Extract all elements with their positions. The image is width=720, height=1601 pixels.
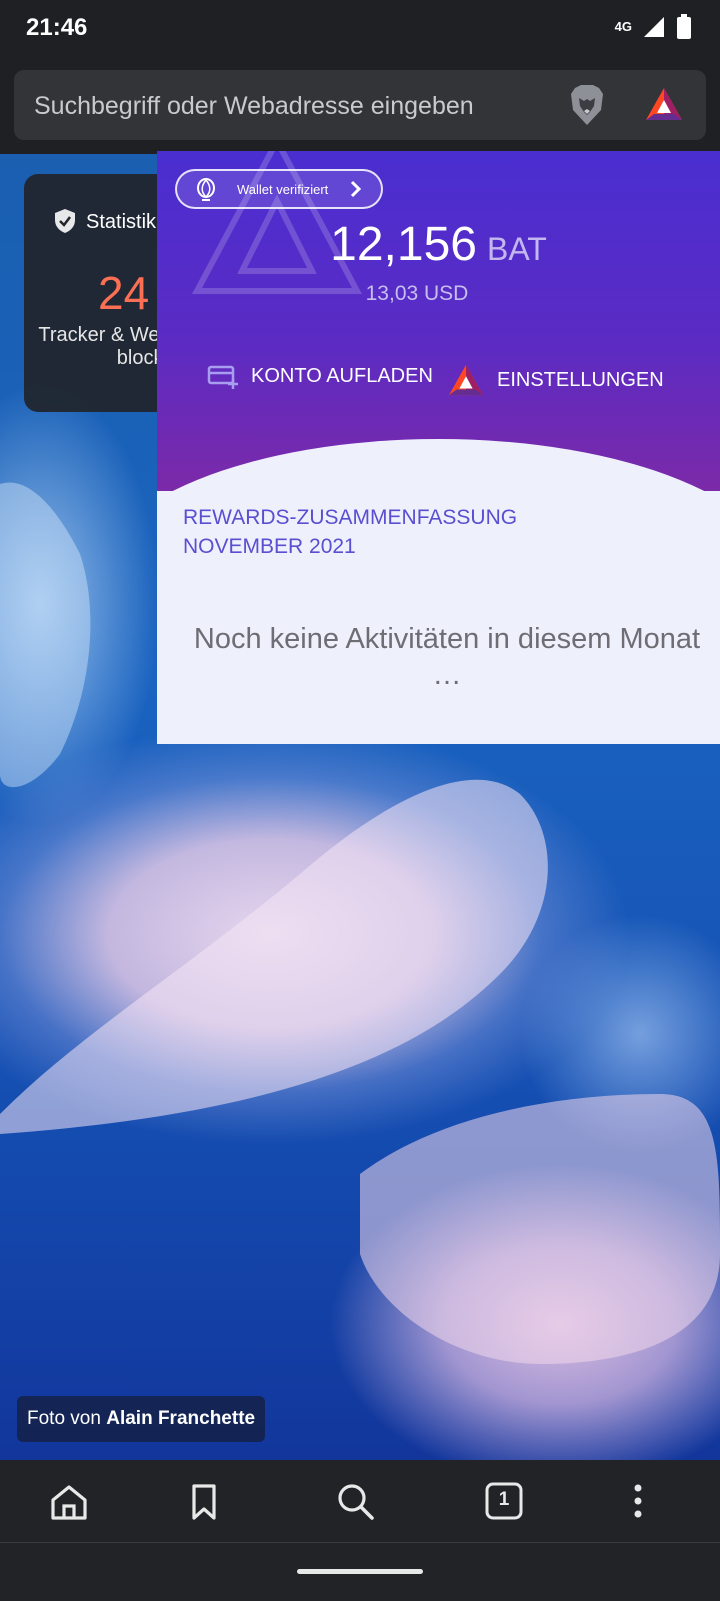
balance-unit: BAT (486, 231, 547, 267)
chevron-right-icon (350, 180, 362, 198)
bat-balance: 12,156 BAT (157, 217, 720, 272)
home-icon (51, 1485, 87, 1520)
search-icon (338, 1484, 374, 1520)
uphold-icon (197, 178, 215, 201)
tabs-button[interactable]: 1 (483, 1480, 527, 1524)
bottom-toolbar: 1 (0, 1460, 720, 1542)
bookmarks-button[interactable] (182, 1480, 226, 1524)
stats-count: 24 (98, 267, 150, 319)
system-nav-bar (0, 1542, 720, 1601)
more-menu-button[interactable] (616, 1480, 660, 1524)
photo-credit[interactable]: Foto von Alain Franchette (17, 1396, 266, 1442)
add-funds-icon (207, 365, 238, 389)
rewards-summary-title: REWARDS-ZUSAMMENFASSUNG NOVEMBER 2021 (183, 503, 517, 561)
balance-amount: 12,156 (330, 218, 477, 271)
add-funds-label: KONTO AUFLADEN (251, 364, 433, 387)
more-icon (634, 1484, 642, 1518)
search-button[interactable] (334, 1480, 378, 1524)
url-input-placeholder[interactable]: Suchbegriff oder Webadresse eingeben (34, 92, 474, 121)
rewards-panel: Wallet verifiziert 12,156 BAT 13,03 USD K… (157, 151, 720, 744)
url-bar[interactable]: Suchbegriff oder Webadresse eingeben (14, 70, 706, 140)
wallet-status-label: Wallet verifiziert (237, 182, 329, 197)
status-time: 21:46 (26, 14, 88, 41)
settings-label: EINSTELLUNGEN (497, 368, 664, 391)
bookmark-icon (192, 1484, 216, 1520)
brave-shields-icon[interactable] (568, 84, 606, 126)
wallet-verified-button[interactable]: Wallet verifiziert (175, 169, 383, 209)
rewards-actions: KONTO AUFLADEN EINSTELLUNGEN (157, 363, 720, 403)
balance-usd: 13,03 USD (365, 282, 469, 305)
add-funds-button[interactable]: KONTO AUFLADEN (207, 363, 433, 389)
stats-title: Statistik (86, 211, 157, 233)
photo-credit-prefix: Foto von (27, 1408, 107, 1429)
bat-rewards-icon[interactable] (644, 86, 684, 122)
toolbar: Suchbegriff oder Webadresse eingeben (0, 58, 720, 154)
tab-count: 1 (498, 1489, 510, 1510)
home-button[interactable] (47, 1480, 91, 1524)
status-bar: 21:46 4G (0, 0, 720, 58)
shield-icon (55, 209, 75, 233)
home-gesture-handle[interactable] (297, 1569, 423, 1574)
rewards-settings-button[interactable]: EINSTELLUNGEN (447, 363, 664, 397)
summary-title-line1: REWARDS-ZUSAMMENFASSUNG (183, 506, 518, 529)
battery-icon (677, 14, 691, 39)
status-icons: 4G (615, 14, 692, 40)
network-type: 4G (614, 19, 632, 34)
bat-settings-icon (449, 364, 483, 396)
empty-activity-message: Noch keine Aktivitäten in diesem Monat … (193, 623, 701, 691)
signal-icon (644, 17, 664, 37)
summary-title-line2: NOVEMBER 2021 (183, 535, 356, 558)
photo-credit-author[interactable]: Alain Franchette (106, 1408, 255, 1429)
